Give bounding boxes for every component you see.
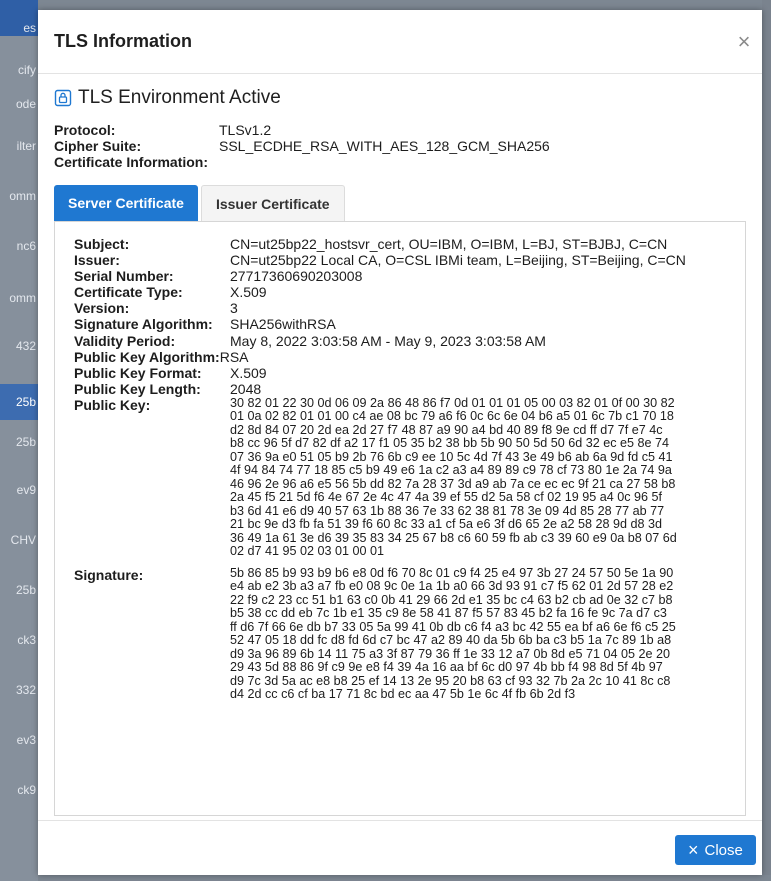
background-sidebar-item: 432 [15, 339, 36, 353]
background-sidebar-item: omm [9, 189, 36, 203]
background-sidebar-item: 332 [15, 683, 36, 697]
cipher-suite-value: SSL_ECDHE_RSA_WITH_AES_128_GCM_SHA256 [219, 138, 550, 154]
issuer-label: Issuer: [74, 252, 120, 269]
close-icon[interactable]: × [734, 31, 754, 53]
subject-row: Subject: CN=ut25bp22_hostsvr_cert, OU=IB… [74, 236, 706, 252]
connection-info: Protocol: TLSv1.2 Cipher Suite: SSL_ECDH… [54, 122, 550, 170]
certificate-information-label: Certificate Information: [54, 154, 209, 170]
protocol-value: TLSv1.2 [219, 122, 272, 138]
cipher-suite-row: Cipher Suite: SSL_ECDHE_RSA_WITH_AES_128… [54, 138, 550, 154]
validity-period-value: May 8, 2022 3:03:58 AM - May 9, 2023 3:0… [230, 332, 546, 349]
public-key-format-value: X.509 [230, 364, 267, 381]
version-label: Version: [74, 300, 130, 317]
background-sidebar-item: CHV [10, 533, 36, 547]
background-sidebar-item: 25b [15, 435, 36, 449]
certificate-information-row: Certificate Information: [54, 154, 550, 170]
serial-number-label: Serial Number: [74, 268, 174, 285]
public-key-algorithm-label: Public Key Algorithm: [74, 348, 220, 365]
version-row: Version: 3 [74, 300, 706, 316]
signature-algorithm-label: Signature Algorithm: [74, 316, 213, 333]
tab-issuer-certificate[interactable]: Issuer Certificate [200, 185, 345, 221]
version-value: 3 [230, 300, 238, 317]
validity-period-label: Validity Period: [74, 332, 176, 349]
serial-number-row: Serial Number: 27717360690203008 [74, 268, 706, 284]
subject-label: Subject: [74, 236, 130, 252]
validity-period-row: Validity Period: May 8, 2022 3:03:58 AM … [74, 333, 706, 349]
issuer-value: CN=ut25bp22 Local CA, O=CSL IBMi team, L… [230, 252, 686, 269]
certificate-type-row: Certificate Type: X.509 [74, 284, 706, 300]
public-key-algorithm-value: RSA [219, 348, 249, 365]
background-topbar [38, 0, 771, 10]
dialog-title: TLS Information [54, 31, 192, 51]
tls-environment-status: TLS Environment Active [54, 86, 281, 110]
certificate-panel: Subject: CN=ut25bp22_hostsvr_cert, OU=IB… [54, 221, 746, 816]
public-key-format-label: Public Key Format: [74, 364, 202, 381]
tab-server-certificate[interactable]: Server Certificate [54, 185, 198, 221]
certificate-type-value: X.509 [230, 284, 267, 301]
background-bottom-edge [38, 875, 771, 881]
background-sidebar-item: nc6 [16, 239, 36, 253]
signature-label: Signature: [74, 566, 144, 583]
background-sidebar-item: 25b [0, 384, 38, 420]
public-key-label: Public Key: [74, 396, 151, 413]
close-icon: × [688, 840, 699, 860]
public-key-value: 30 82 01 22 30 0d 06 09 2a 86 48 86 f7 0… [230, 395, 677, 559]
public-key-length-label: Public Key Length: [74, 380, 201, 397]
background-sidebar-item: ck9 [17, 783, 36, 797]
tls-environment-status-text: TLS Environment Active [78, 87, 281, 108]
background-right-edge [762, 0, 771, 881]
public-key-algorithm-row: Public Key Algorithm: RSA [74, 349, 706, 365]
background-sidebar-item: ev3 [16, 733, 36, 747]
public-key-length-row: Public Key Length: 2048 [74, 381, 706, 397]
secure-connection-icon [54, 89, 72, 107]
background-sidebar: es cify ode ilter omm nc6 omm 432 25b 25b ev9 CHV 25… [0, 0, 38, 881]
close-button[interactable]: × Close [675, 835, 756, 865]
cipher-suite-label: Cipher Suite: [54, 138, 142, 154]
dialog-footer: × Close [38, 820, 762, 875]
background-sidebar-item: ev9 [16, 483, 36, 497]
public-key-length-value: 2048 [230, 380, 262, 397]
subject-value: CN=ut25bp22_hostsvr_cert, OU=IBM, O=IBM,… [230, 236, 668, 252]
public-key-row: Public Key: 30 82 01 22 30 0d 06 09 2a 8… [74, 395, 706, 559]
background-sidebar-item: ode [15, 97, 36, 111]
background-sidebar-item: cify [18, 63, 36, 77]
background-sidebar-item: es [23, 21, 36, 35]
signature-row: Signature: 5b 86 85 b9 93 b9 b6 e8 0d f6… [74, 565, 706, 702]
dialog-header: TLS Information × [38, 10, 762, 74]
certificate-tabs: Server Certificate Issuer Certificate [54, 185, 345, 221]
background-sidebar-item: ck3 [17, 633, 36, 647]
certificate-type-label: Certificate Type: [74, 284, 183, 301]
protocol-label: Protocol: [54, 122, 116, 138]
background-sidebar-item: 25b [15, 583, 36, 597]
signature-algorithm-value: SHA256withRSA [230, 316, 336, 333]
protocol-row: Protocol: TLSv1.2 [54, 122, 550, 138]
serial-number-value: 27717360690203008 [230, 268, 363, 285]
certificate-details: Subject: CN=ut25bp22_hostsvr_cert, OU=IB… [74, 236, 706, 702]
public-key-format-row: Public Key Format: X.509 [74, 365, 706, 381]
signature-algorithm-row: Signature Algorithm: SHA256withRSA [74, 316, 706, 332]
background-sidebar-item: ilter [16, 139, 36, 153]
background-sidebar-item: omm [9, 291, 36, 305]
issuer-row: Issuer: CN=ut25bp22 Local CA, O=CSL IBMi… [74, 252, 706, 268]
close-button-label: Close [704, 841, 743, 859]
tls-information-dialog: TLS Information × TLS Environment Active… [38, 10, 762, 875]
signature-value: 5b 86 85 b9 93 b9 b6 e8 0d f6 70 8c 01 c… [230, 565, 676, 702]
